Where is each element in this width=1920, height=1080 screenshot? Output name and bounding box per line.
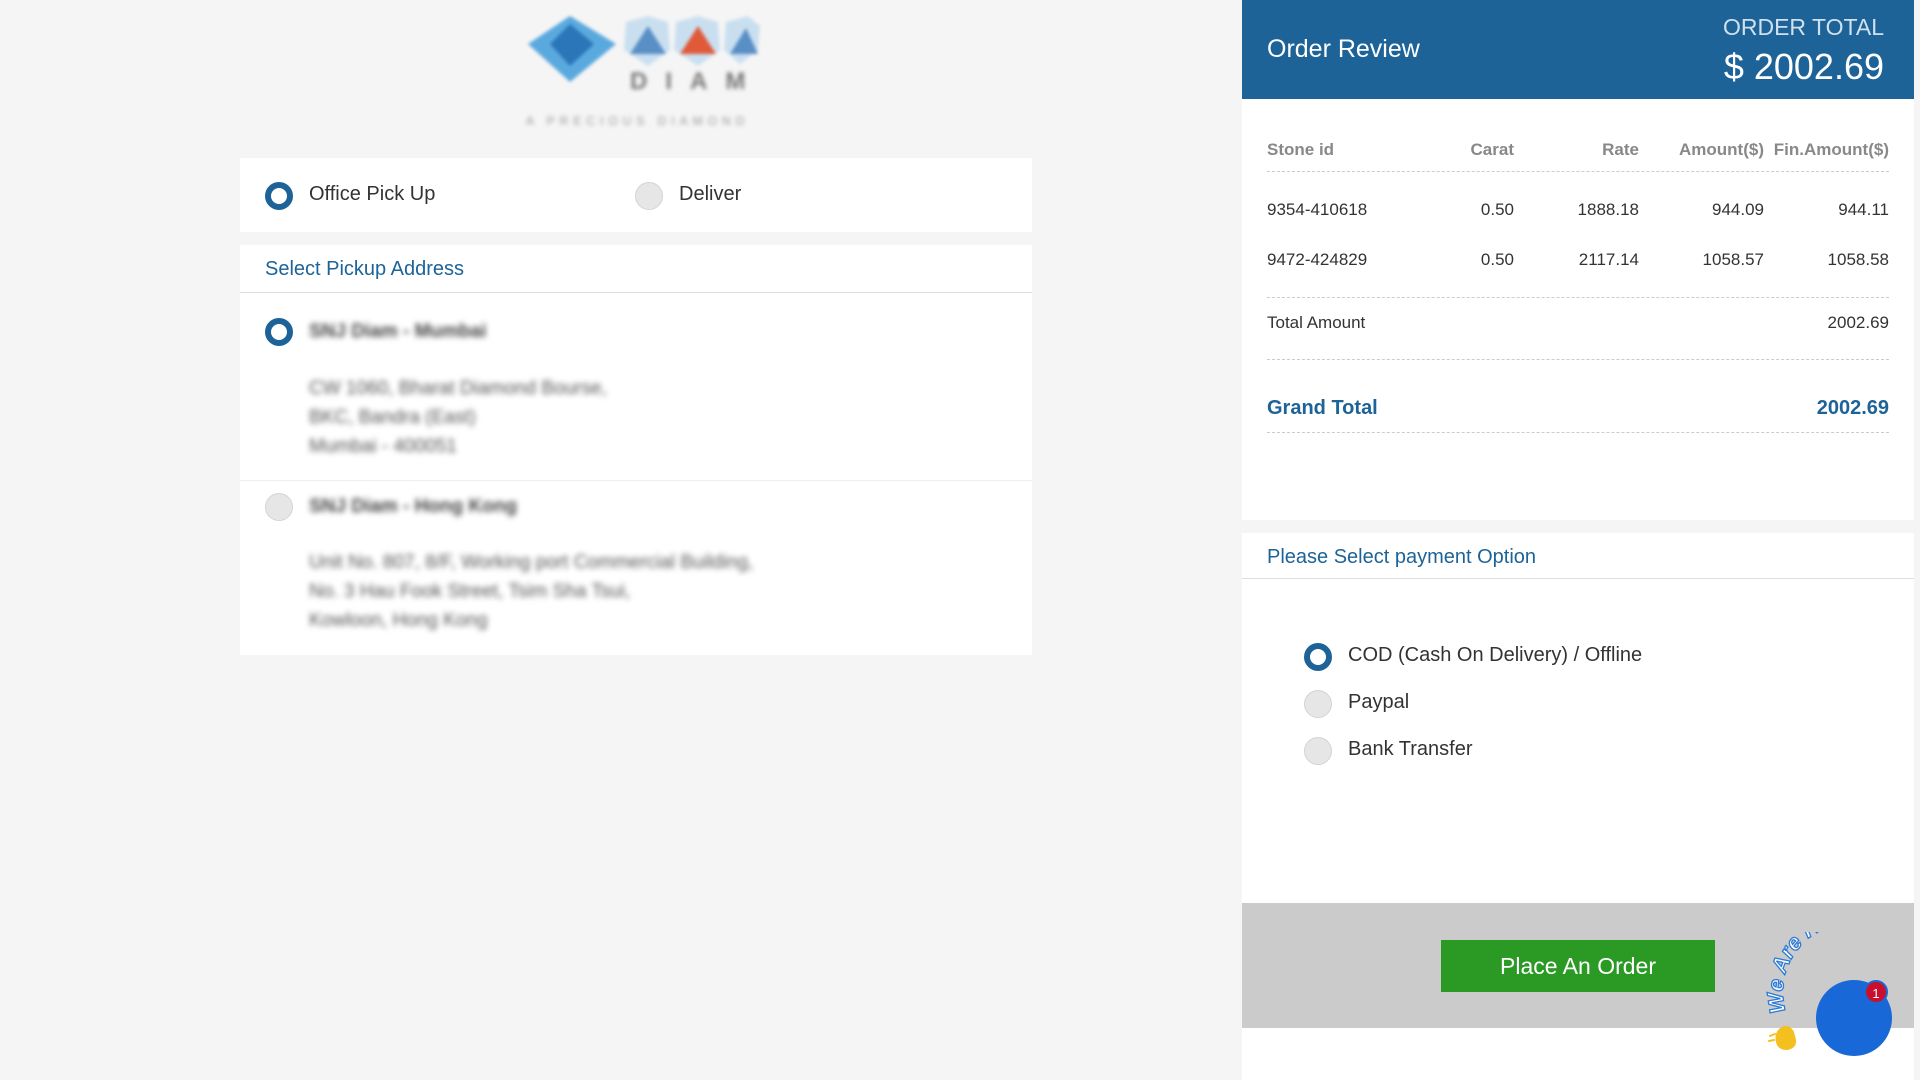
- column-header-amount: Amount($): [1679, 140, 1764, 159]
- table-cell-fin-amount: 1058.58: [1827, 250, 1889, 269]
- table-cell-rate: 2117.14: [1578, 250, 1639, 269]
- place-order-button[interactable]: Place An Order: [1441, 940, 1715, 992]
- payment-option-header: Please Select payment Option: [1242, 533, 1914, 579]
- table-cell-amount: 1058.57: [1702, 250, 1764, 269]
- office-pickup-label[interactable]: Office Pick Up: [309, 183, 435, 206]
- chat-notification-badge: 1: [1864, 980, 1888, 1004]
- waving-hand-icon: [1768, 1025, 1797, 1050]
- address-line: Kowloon, Hong Kong: [309, 610, 488, 631]
- pickup-address-header: Select Pickup Address: [240, 245, 1032, 293]
- order-review-table: Stone id Carat Rate Amount($) Fin.Amount…: [1242, 99, 1914, 520]
- column-header-stone-id: Stone id: [1267, 140, 1335, 159]
- column-header-rate: Rate: [1602, 140, 1639, 159]
- grand-total-value: 2002.69: [1816, 397, 1889, 419]
- address-line: Unit No. 807, 8/F, Working port Commerci…: [309, 552, 754, 573]
- deliver-radio[interactable]: [635, 182, 663, 210]
- table-cell-fin-amount: 944.11: [1838, 200, 1889, 219]
- address-name[interactable]: SNJ Diam - Mumbai: [309, 321, 486, 343]
- address-line: No. 3 Hau Fook Street, Tsim Sha Tsui,: [309, 581, 631, 602]
- address-radio-hongkong[interactable]: [265, 493, 293, 521]
- address-line: BKC, Bandra (East): [309, 407, 476, 428]
- address-radio-mumbai[interactable]: [265, 318, 293, 346]
- table-cell-rate: 1888.18: [1577, 200, 1639, 219]
- payment-option-card: Please Select payment Option COD (Cash O…: [1242, 533, 1914, 903]
- address-line: Mumbai - 400051: [309, 436, 457, 457]
- table-divider: [1267, 359, 1889, 360]
- payment-option-title: Please Select payment Option: [1267, 546, 1537, 568]
- table-cell-amount: 944.09: [1712, 200, 1764, 219]
- address-line: CW 1060, Bharat Diamond Bourse,: [309, 378, 607, 399]
- table-cell-carat: 0.50: [1480, 250, 1514, 269]
- order-review-title: Order Review: [1267, 35, 1420, 63]
- table-divider: [1267, 297, 1889, 298]
- office-pickup-radio[interactable]: [265, 182, 293, 210]
- brand-tagline: A PRECIOUS DIAMOND: [526, 114, 750, 128]
- bank-transfer-radio[interactable]: [1304, 737, 1332, 765]
- total-amount-label: Total Amount: [1267, 313, 1366, 332]
- table-divider: [1267, 171, 1889, 172]
- cod-label[interactable]: COD (Cash On Delivery) / Offline: [1348, 644, 1642, 667]
- address-divider: [240, 480, 1032, 481]
- column-header-fin-amount: Fin.Amount($): [1773, 140, 1889, 159]
- order-review-header: Order Review ORDER TOTAL $ 2002.69: [1242, 0, 1914, 99]
- delivery-mode-card: Office Pick Up Deliver: [240, 158, 1032, 232]
- bank-transfer-label[interactable]: Bank Transfer: [1348, 738, 1473, 761]
- deliver-label[interactable]: Deliver: [679, 183, 741, 206]
- pickup-address-title: Select Pickup Address: [265, 258, 464, 280]
- pickup-address-card: Select Pickup Address SNJ Diam - Mumbai …: [240, 245, 1032, 655]
- brand-name: DIAM: [630, 68, 764, 95]
- table-cell-stone-id: 9354-410618: [1267, 200, 1368, 219]
- brand-logo: DIAM A PRECIOUS DIAMOND: [520, 14, 764, 128]
- total-amount-value: 2002.69: [1827, 313, 1889, 332]
- table-cell-carat: 0.50: [1480, 200, 1514, 219]
- cod-radio[interactable]: [1304, 643, 1332, 671]
- order-total-value: $ 2002.69: [1723, 46, 1884, 87]
- order-total-label: ORDER TOTAL: [1722, 14, 1884, 40]
- column-header-carat: Carat: [1470, 140, 1514, 159]
- chat-widget[interactable]: We Are Here! 1: [1762, 932, 1920, 1080]
- address-name[interactable]: SNJ Diam - Hong Kong: [309, 496, 517, 518]
- paypal-radio[interactable]: [1304, 690, 1332, 718]
- paypal-label[interactable]: Paypal: [1348, 691, 1409, 714]
- table-cell-stone-id: 9472-424829: [1267, 250, 1368, 269]
- grand-total-label: Grand Total: [1267, 397, 1378, 419]
- table-divider: [1267, 432, 1889, 433]
